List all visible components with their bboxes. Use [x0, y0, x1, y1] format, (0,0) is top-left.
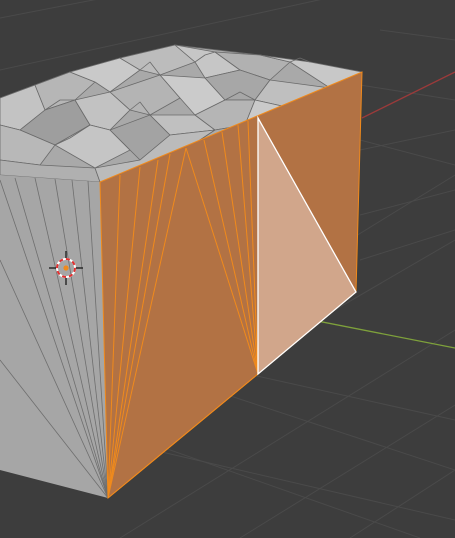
viewport-canvas[interactable]: [0, 0, 455, 538]
x-axis-line: [361, 71, 455, 119]
mesh-left-face[interactable]: [0, 175, 109, 499]
3d-viewport[interactable]: [0, 0, 455, 538]
